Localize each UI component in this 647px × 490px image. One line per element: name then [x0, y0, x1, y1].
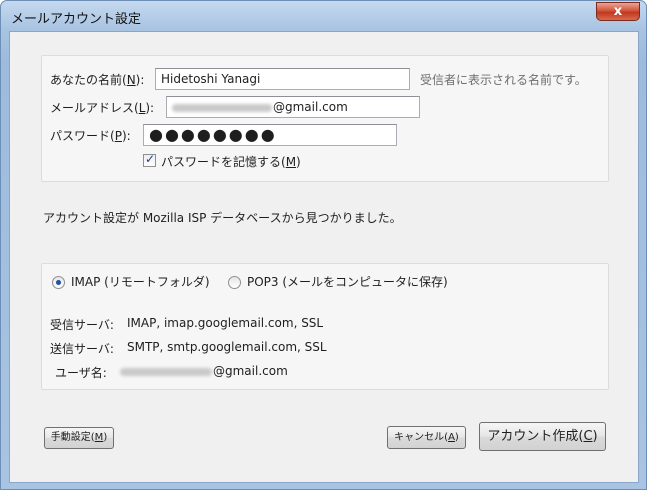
imap-radio[interactable]	[52, 276, 65, 289]
title-bar[interactable]: メールアカウント設定 x	[1, 1, 646, 31]
remember-password-label[interactable]: パスワードを記憶する(M)	[161, 153, 301, 170]
username-redacted	[120, 367, 212, 376]
close-icon: x	[613, 4, 623, 19]
outgoing-server-label: 送信サーバ:	[50, 342, 114, 356]
email-local-part-redacted	[172, 103, 272, 112]
pop3-label[interactable]: POP3 (メールをコンピュータに保存)	[247, 273, 448, 290]
name-label: あなたの名前(N):	[50, 73, 145, 87]
name-hint: 受信者に表示される名前です。	[420, 73, 587, 87]
cancel-button[interactable]: キャンセル(A)	[387, 426, 466, 449]
name-input[interactable]: Hidetoshi Yanagi	[155, 68, 410, 90]
incoming-server-value: IMAP, imap.googlemail.com, SSL	[127, 316, 324, 330]
incoming-server-label: 受信サーバ:	[50, 318, 114, 332]
imap-label[interactable]: IMAP (リモートフォルダ)	[71, 273, 210, 290]
username-value: @gmail.com	[120, 364, 288, 378]
identity-group: あなたの名前(N): Hidetoshi Yanagi 受信者に表示される名前で…	[41, 55, 609, 182]
create-account-button[interactable]: アカウント作成(C)	[479, 422, 606, 451]
window-title: メールアカウント設定	[11, 12, 142, 27]
password-label: パスワード(P):	[50, 129, 131, 143]
server-group: IMAP (リモートフォルダ) POP3 (メールをコンピュータに保存) 受信サ…	[41, 263, 609, 390]
password-input[interactable]: ●●●●●●●●	[143, 124, 397, 146]
dialog-body: あなたの名前(N): Hidetoshi Yanagi 受信者に表示される名前で…	[9, 31, 639, 483]
outgoing-server-value: SMTP, smtp.googlemail.com, SSL	[127, 340, 327, 354]
manual-config-button[interactable]: 手動設定(M)	[44, 427, 114, 449]
status-message: アカウント設定が Mozilla ISP データベースから見つかりました。	[43, 211, 402, 225]
remember-password-checkbox[interactable]	[143, 152, 156, 167]
pop3-radio[interactable]	[228, 276, 241, 289]
username-label: ユーザ名:	[55, 366, 107, 380]
close-button[interactable]: x	[596, 2, 640, 21]
account-setup-window: メールアカウント設定 x あなたの名前(N): Hidetoshi Yanagi…	[0, 0, 647, 490]
email-label: メールアドレス(L):	[50, 101, 155, 115]
email-input[interactable]: @gmail.com	[166, 96, 420, 118]
